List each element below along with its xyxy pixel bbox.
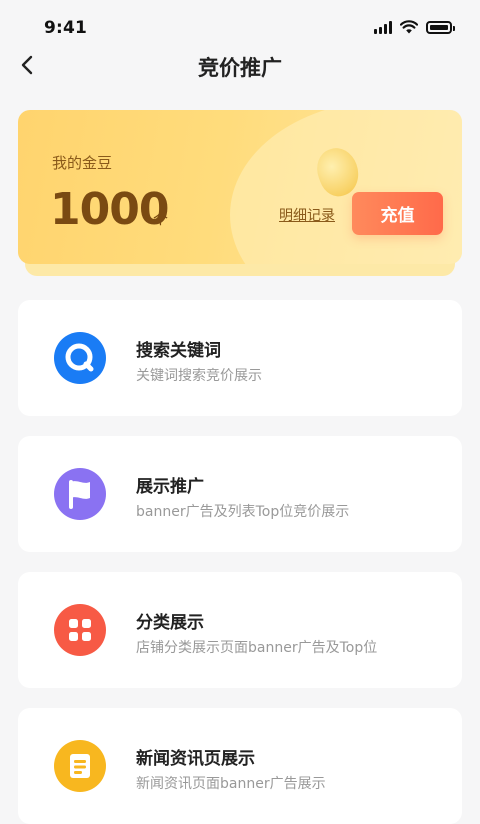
item-title: 新闻资讯页展示: [136, 749, 255, 769]
item-description: banner广告及列表Top位竞价展示: [136, 504, 350, 520]
recharge-button[interactable]: 充值: [352, 192, 443, 235]
gold-label: 我的金豆: [52, 154, 113, 172]
document-icon: [54, 740, 106, 792]
battery-icon: [426, 20, 455, 34]
grid-icon: [54, 604, 106, 656]
wifi-icon: [400, 20, 418, 34]
detail-record-link[interactable]: 明细记录: [279, 205, 335, 225]
status-bar: 9:41: [0, 0, 480, 56]
search-icon: [54, 332, 106, 384]
item-title: 搜索关键词: [136, 341, 221, 361]
status-icons: [374, 20, 455, 34]
flag-icon: [54, 468, 106, 520]
item-title: 展示推广: [136, 477, 204, 497]
gold-unit: 个: [153, 210, 169, 228]
item-description: 关键词搜索竞价展示: [136, 368, 262, 384]
list-item-display-promotion[interactable]: 展示推广 banner广告及列表Top位竞价展示: [18, 436, 462, 552]
item-description: 店铺分类展示页面banner广告及Top位: [136, 640, 378, 656]
page-title: 竞价推广: [198, 56, 282, 80]
gold-amount: 1000: [50, 184, 169, 235]
signal-icon: [374, 20, 392, 34]
list-item-category-display[interactable]: 分类展示 店铺分类展示页面banner广告及Top位: [18, 572, 462, 688]
item-title: 分类展示: [136, 613, 204, 633]
status-time: 9:41: [44, 18, 88, 38]
list-item-news-display[interactable]: 新闻资讯页展示 新闻资讯页面banner广告展示: [18, 708, 462, 824]
item-description: 新闻资讯页面banner广告展示: [136, 776, 326, 792]
list-item-search-keyword[interactable]: 搜索关键词 关键词搜索竞价展示: [18, 300, 462, 416]
